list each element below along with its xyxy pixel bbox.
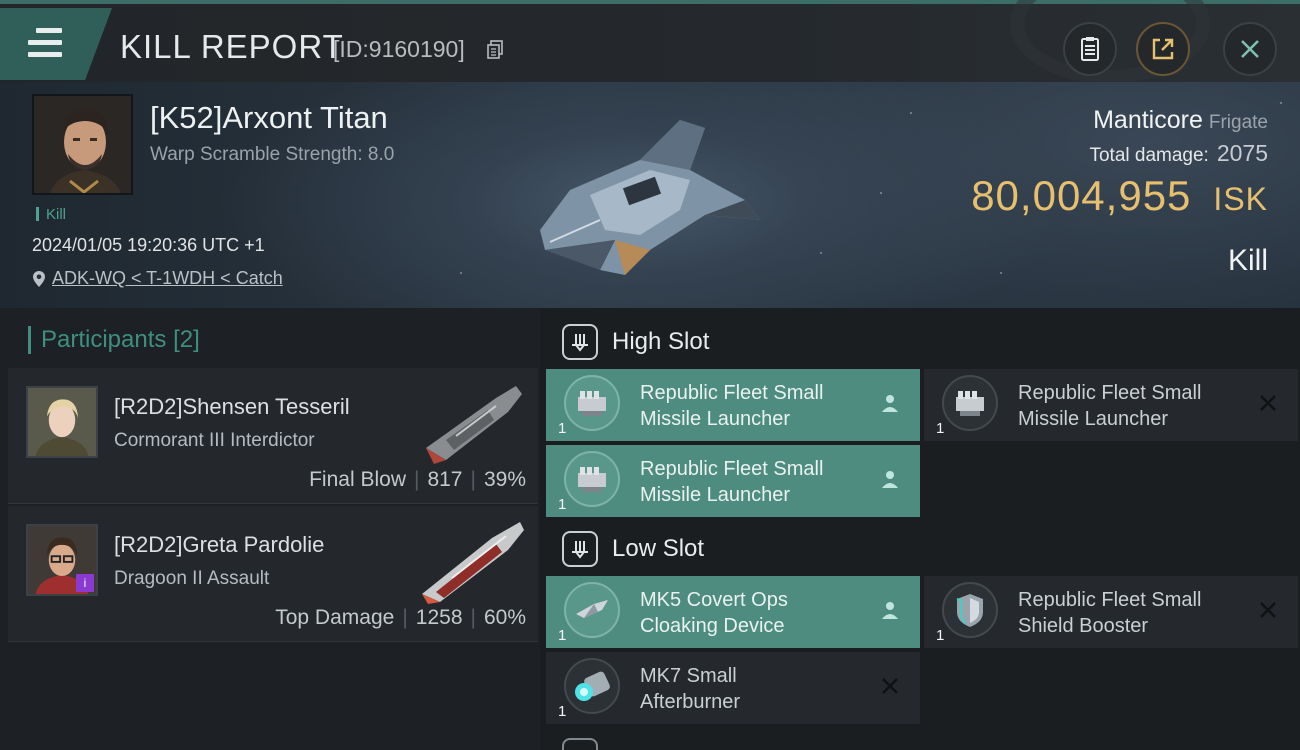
module-item[interactable]: 1 Republic Fleet Small Missile Launcher <box>546 369 920 441</box>
module-item[interactable]: 1 Republic Fleet Small Missile Launcher <box>924 369 1298 441</box>
warp-scramble-strength: Warp Scramble Strength: 8.0 <box>150 144 395 165</box>
mid-slot-icon <box>562 738 598 750</box>
isk-value: 80,004,955 ISK <box>971 172 1268 220</box>
total-damage-value: 2075 <box>1216 140 1268 166</box>
victim-ship-image[interactable] <box>530 100 780 290</box>
participant-ship: Cormorant III Interdictor <box>114 430 315 451</box>
location-link[interactable]: ADK-WQ < T-1WDH < Catch <box>32 268 283 289</box>
clipboard-icon <box>1081 37 1099 61</box>
kill-timestamp: 2024/01/05 19:20:36 UTC +1 <box>32 235 265 255</box>
destroyed-x-icon <box>882 678 898 694</box>
module-quantity: 1 <box>558 420 567 437</box>
module-item[interactable]: 1 Republic Fleet Small Missile Launcher <box>546 445 920 517</box>
menu-icon <box>28 28 62 58</box>
participant-ship-image <box>426 386 522 464</box>
isk-unit: ISK <box>1213 181 1268 217</box>
kill-report-window: KILL REPORT [ID:9160190] [K52]Arxont Tit… <box>0 0 1300 750</box>
copy-icon[interactable] <box>487 40 504 59</box>
high-slot-icon <box>562 324 598 360</box>
module-item[interactable]: 1 MK5 Covert Ops Cloaking Device <box>546 576 920 648</box>
low-slot-header: Low Slot <box>546 521 1300 577</box>
shield-booster-icon <box>942 582 998 638</box>
participant-avatar: i <box>26 524 98 596</box>
participants-panel: Participants [2] [R2D2]Shensen Tesseril … <box>0 308 540 750</box>
page-title: KILL REPORT <box>120 28 344 65</box>
cloaking-device-icon <box>564 582 620 638</box>
total-damage: Total damage: 2075 <box>1089 140 1268 167</box>
module-quantity: 1 <box>558 627 567 644</box>
participant-role: Top Damage <box>275 606 395 629</box>
share-button[interactable] <box>1136 22 1190 76</box>
close-button[interactable] <box>1223 22 1277 76</box>
participant-name: [R2D2]Shensen Tesseril <box>114 394 350 419</box>
location-text: ADK-WQ < T-1WDH < Catch <box>52 268 283 288</box>
pilot-icon <box>882 602 898 619</box>
participant-ship-image <box>422 522 524 604</box>
module-name: Republic Fleet Small Missile Launcher <box>1018 382 1202 430</box>
share-icon <box>1152 38 1174 60</box>
module-quantity: 1 <box>558 496 567 513</box>
participant-stats: Final Blow | 817 | 39% <box>309 468 526 491</box>
module-name: MK7 Small Afterburner <box>640 665 741 713</box>
location-pin-icon <box>33 270 45 287</box>
clipboard-button[interactable] <box>1063 22 1117 76</box>
destroyed-x-icon <box>1260 395 1276 411</box>
module-name: Republic Fleet Small Missile Launcher <box>640 458 824 506</box>
participant-damage: 817 <box>427 468 463 491</box>
module-item[interactable]: 1 MK7 Small Afterburner <box>546 652 920 724</box>
afterburner-icon <box>564 658 620 714</box>
participant-avatar <box>26 386 98 458</box>
missile-launcher-icon <box>564 375 620 431</box>
victim-portrait[interactable] <box>32 94 133 195</box>
module-quantity: 1 <box>936 420 945 437</box>
missile-launcher-icon <box>942 375 998 431</box>
total-damage-label: Total damage: <box>1089 145 1209 166</box>
pilot-icon <box>882 395 898 412</box>
module-quantity: 1 <box>558 703 567 720</box>
missile-launcher-icon <box>564 451 620 507</box>
kill-result: Kill <box>1227 244 1268 277</box>
module-quantity: 1 <box>936 627 945 644</box>
header-bar: KILL REPORT [ID:9160190] <box>0 0 1300 84</box>
participant-row[interactable]: [R2D2]Shensen Tesseril Cormorant III Int… <box>8 368 538 504</box>
participant-percent: 39% <box>483 468 526 491</box>
participants-count: [2] <box>173 326 200 353</box>
isk-amount: 80,004,955 <box>971 172 1192 219</box>
module-name: Republic Fleet Small Shield Booster <box>1018 589 1202 637</box>
victim-avatar <box>34 96 131 193</box>
kill-tag: Kill <box>36 206 66 223</box>
participants-title: Participants <box>41 326 167 353</box>
ship-class: Frigate <box>1208 112 1268 133</box>
participant-stats: Top Damage | 1258 | 60% <box>275 606 526 629</box>
low-slot-icon <box>562 531 598 567</box>
close-icon <box>1241 40 1259 58</box>
participant-name: [R2D2]Greta Pardolie <box>114 532 325 557</box>
participants-heading: Participants [2] <box>28 326 200 354</box>
victim-ship[interactable]: Manticore Frigate <box>1093 106 1268 135</box>
module-name: Republic Fleet Small Missile Launcher <box>640 382 824 430</box>
high-slot-header: High Slot <box>546 314 1300 370</box>
destroyed-x-icon <box>1260 602 1276 618</box>
victim-banner: [K52]Arxont Titan Warp Scramble Strength… <box>0 82 1300 308</box>
participant-percent: 60% <box>483 606 526 629</box>
ship-name: Manticore <box>1093 106 1203 134</box>
participant-role: Final Blow <box>309 468 406 491</box>
pilot-icon <box>882 471 898 488</box>
participant-damage: 1258 <box>415 606 463 629</box>
participant-row[interactable]: i [R2D2]Greta Pardolie Dragoon II Assaul… <box>8 506 538 642</box>
next-slot-header <box>546 728 1300 750</box>
participant-ship: Dragoon II Assault <box>114 568 270 589</box>
info-badge-icon: i <box>76 574 94 592</box>
module-item[interactable]: 1 Republic Fleet Small Shield Booster <box>924 576 1298 648</box>
victim-name[interactable]: [K52]Arxont Titan <box>150 100 388 136</box>
fitting-panel: High Slot 1 Republic Fleet Small Missile … <box>540 308 1300 750</box>
report-id: [ID:9160190] <box>333 36 465 62</box>
menu-button[interactable] <box>0 8 112 80</box>
high-slot-label: High Slot <box>612 328 710 355</box>
module-name: MK5 Covert Ops Cloaking Device <box>640 589 788 637</box>
low-slot-label: Low Slot <box>612 535 705 562</box>
